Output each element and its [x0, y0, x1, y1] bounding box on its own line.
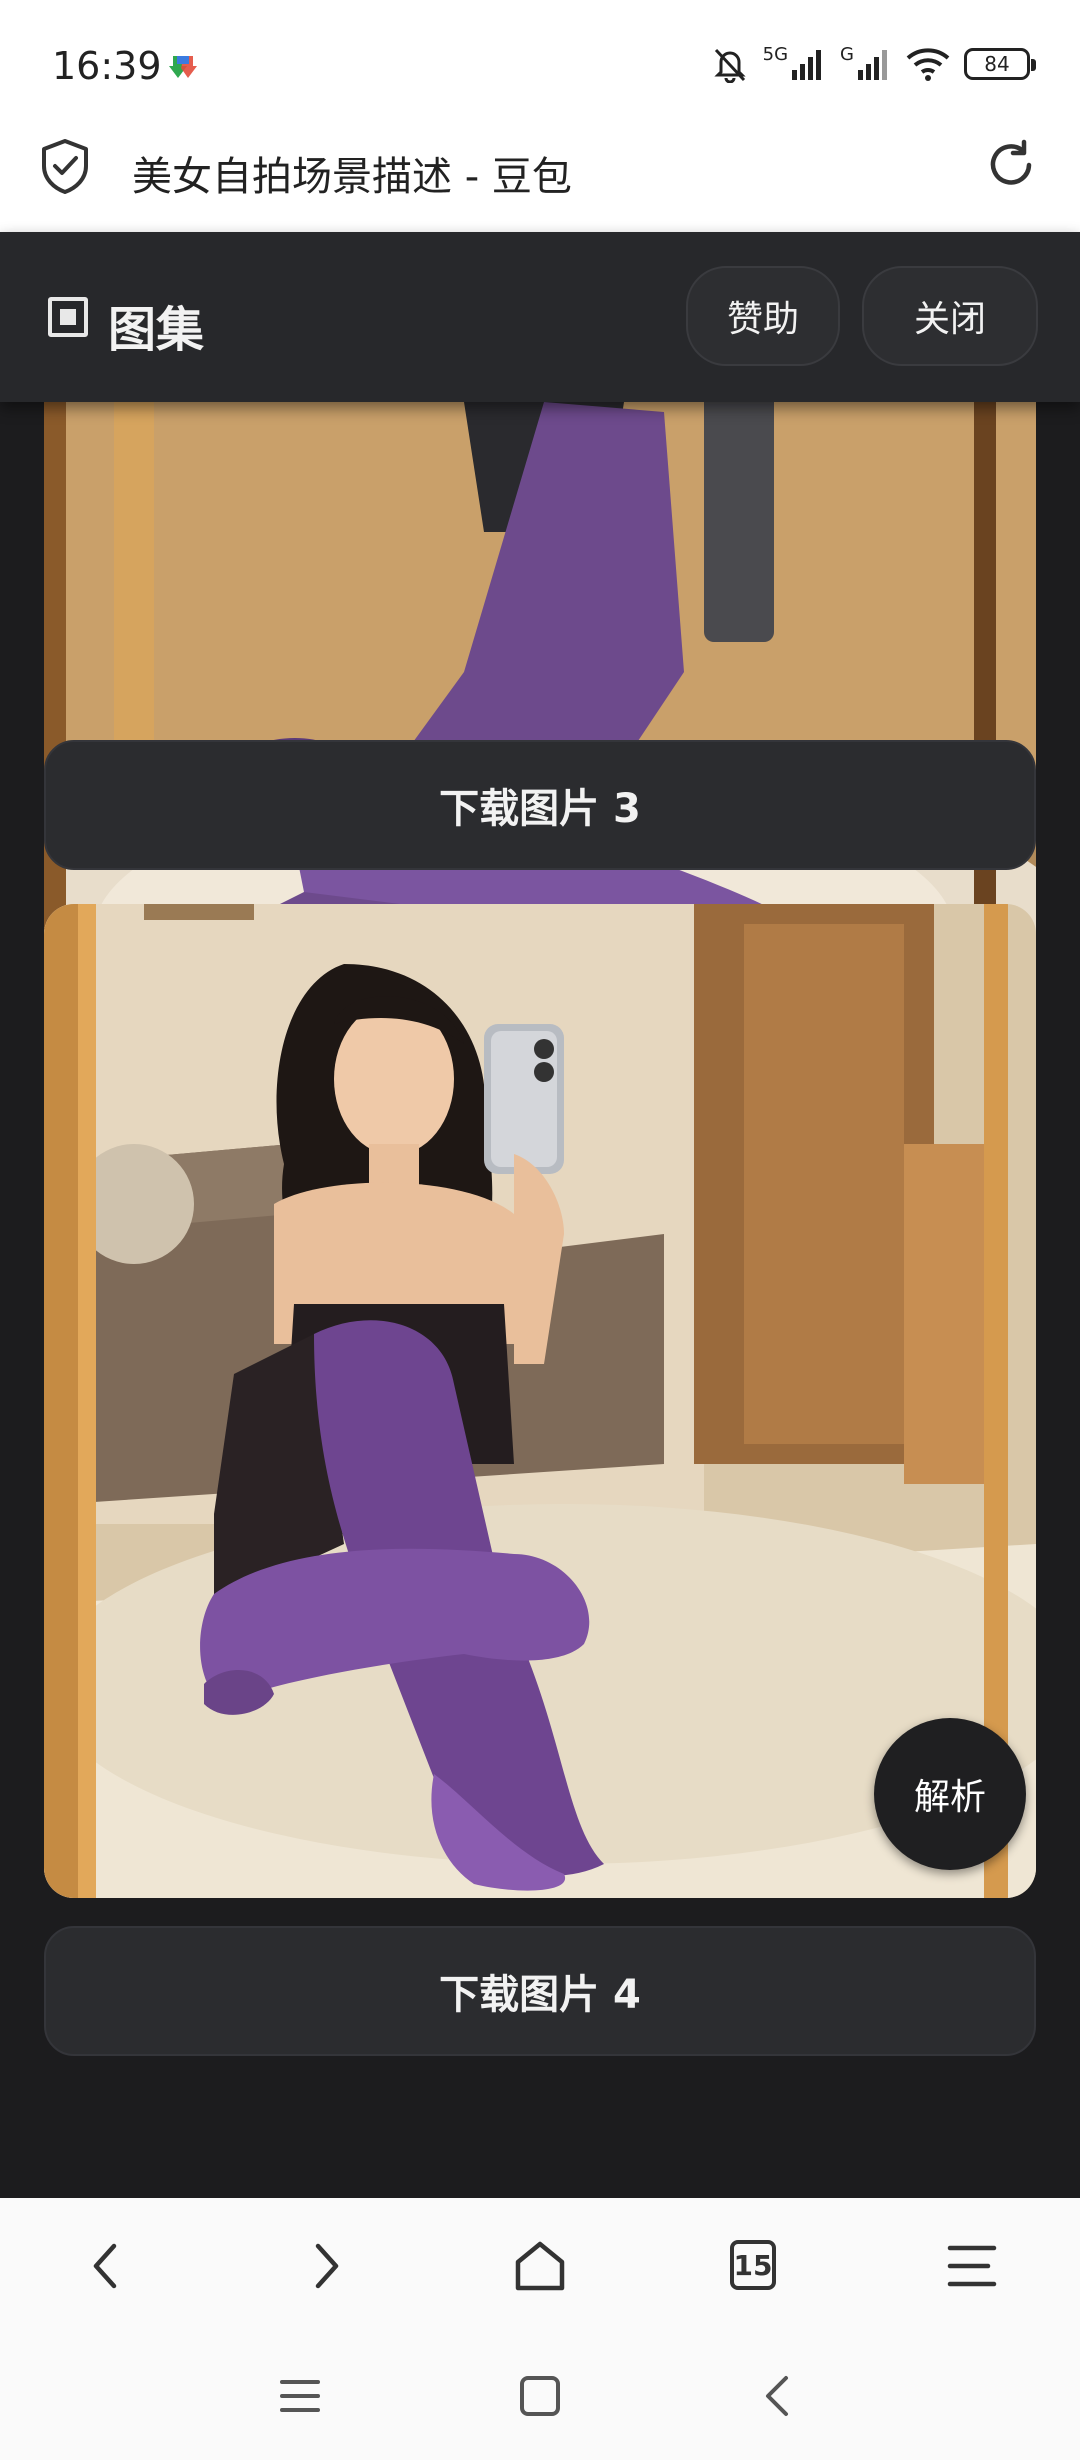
network-5g-label: 5G [762, 44, 789, 65]
download-image-4-button[interactable]: 下载图片 4 [44, 1926, 1036, 2056]
gallery-header: 图集 赞助 关闭 [0, 232, 1080, 402]
forward-arrow-icon[interactable] [296, 2238, 352, 2294]
shield-check-icon[interactable] [40, 138, 90, 194]
battery-icon: 84 [964, 48, 1036, 80]
system-home-icon[interactable] [516, 2372, 564, 2420]
mute-bell-icon [714, 48, 746, 83]
page-title: 美女自拍场景描述 - 豆包 [132, 154, 572, 200]
system-back-icon[interactable] [756, 2372, 804, 2420]
network-g-label: G [840, 44, 854, 65]
gallery-title: 图集 [108, 302, 205, 358]
system-nav-bar [0, 2330, 1080, 2460]
wifi-icon [906, 48, 950, 81]
parse-button[interactable]: 解析 [874, 1718, 1026, 1870]
download-image-3-button[interactable]: 下载图片 3 [44, 740, 1036, 870]
browser-bottom-nav: 15 [0, 2198, 1080, 2330]
app-notification-icon [169, 56, 197, 78]
status-time: 16:39 [52, 44, 162, 88]
battery-level: 84 [984, 52, 1010, 76]
browser-title-bar: 美女自拍场景描述 - 豆包 [0, 120, 1080, 232]
tabs-count-button[interactable]: 15 [730, 2240, 776, 2290]
status-bar: 16:39 5G G 84 [0, 0, 1080, 120]
close-button[interactable]: 关闭 [862, 266, 1038, 366]
sponsor-button[interactable]: 赞助 [686, 266, 840, 366]
signal-strength-icon [792, 50, 822, 80]
signal-strength-icon-2 [858, 50, 887, 80]
reload-icon[interactable] [982, 136, 1040, 194]
menu-icon[interactable] [944, 2238, 1000, 2294]
home-icon[interactable] [512, 2238, 568, 2294]
gallery-content[interactable]: 下载图片 3 解析 下载图片 4 [0, 402, 1080, 2198]
gallery-icon [48, 297, 88, 337]
status-icons: 5G G 84 [711, 42, 1036, 86]
recent-apps-icon[interactable] [276, 2372, 324, 2420]
back-arrow-icon[interactable] [80, 2238, 136, 2294]
